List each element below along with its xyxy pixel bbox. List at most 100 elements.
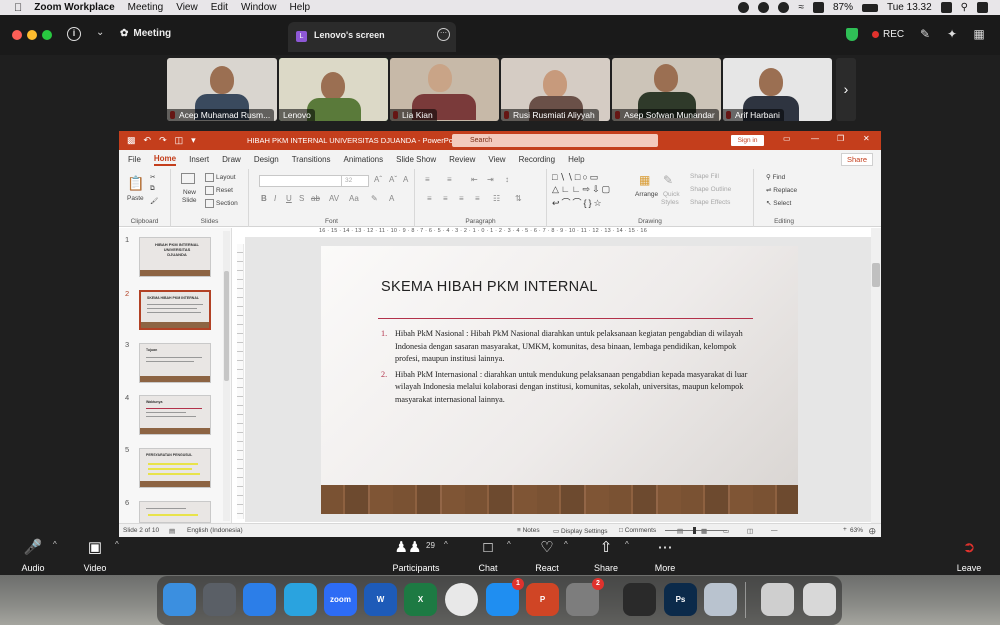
tab-insert[interactable]: Insert [189,155,209,164]
menu-window[interactable]: Window [241,2,277,13]
justify-icon[interactable]: ≡ [475,194,480,203]
reading-view-icon[interactable]: ▭ [723,527,729,535]
notes-button[interactable]: ≡ Notes [517,527,540,534]
display-settings-button[interactable]: ▭ Display Settings [553,527,608,535]
replace-button[interactable]: ⇌ Replace [766,186,797,194]
dock-trash-icon[interactable] [803,583,836,616]
participant-tile[interactable]: Rusi Rusmiati Aliyyah [501,58,610,121]
dock-powerpoint-icon[interactable]: P [526,583,559,616]
clear-format-icon[interactable]: A [403,175,408,184]
menu-meeting[interactable]: Meeting [128,2,164,13]
slide-sorter-icon[interactable]: ▦ [701,527,707,535]
more-control[interactable]: ⋯ More [635,538,695,574]
decrease-indent-icon[interactable]: ⇤ [471,175,478,184]
undo-icon[interactable]: ↶ [144,135,152,146]
recording-indicator[interactable]: REC [872,29,904,40]
dock-preview-icon[interactable] [704,583,737,616]
participant-tile[interactable]: Asep Sofwan Munandar [612,58,721,121]
new-slide-label[interactable]: New [183,189,196,196]
view-layout-icon[interactable]: ▦ [972,27,986,41]
participant-tile[interactable]: Acep Muhamad Rusm... [167,58,277,121]
numbering-icon[interactable]: ≡ [447,175,452,184]
zoom-slider[interactable] [665,527,727,534]
notification-icon[interactable] [977,2,988,13]
present-icon[interactable]: ◫ [175,135,184,146]
participants-control[interactable]: ♟♟ 29 ^ Participants [386,538,447,574]
font-size-box[interactable]: 32 [341,175,369,187]
minimize-icon[interactable]: — [811,134,819,143]
zoom-in-icon[interactable]: + [843,526,847,533]
fit-slide-icon[interactable]: ⨁ [869,527,876,535]
slide-thumbnail[interactable]: Waktunya [139,395,211,435]
quick-styles-icon[interactable]: ✎ [663,173,673,187]
slide-thumbnail-selected[interactable]: SKEMA HIBAH PKM INTERNAL [139,290,211,330]
paste-icon[interactable]: 📋 [127,175,144,192]
participant-tile[interactable]: Lia Kian [390,58,499,121]
ribbon-display-icon[interactable]: ▭ [783,134,791,143]
dock-quicktime-icon[interactable] [623,583,656,616]
scrollbar-thumb[interactable] [224,271,229,381]
save-icon[interactable]: ▩ [127,135,136,146]
tab-slide-show[interactable]: Slide Show [396,155,436,164]
bold-icon[interactable]: B [261,194,267,203]
control-center-icon[interactable] [940,2,952,13]
close-window-button[interactable] [12,30,22,40]
meeting-menu[interactable]: ✿ Meeting [120,28,171,39]
tab-transitions[interactable]: Transitions [292,155,331,164]
align-center-icon[interactable]: ≡ [443,194,448,203]
menu-help[interactable]: Help [290,2,311,13]
close-icon[interactable]: ✕ [863,134,870,143]
language-indicator[interactable]: English (Indonesia) [187,527,243,534]
dock-photoshop-icon[interactable]: Ps [664,583,697,616]
customize-icon[interactable]: ▾ [191,135,196,146]
slide-title[interactable]: SKEMA HIBAH PKM INTERNAL [381,279,598,295]
dock-system-settings-icon[interactable]: 2 [566,578,604,616]
caret-up-icon[interactable]: ^ [625,540,629,549]
chevron-down-icon[interactable]: ⌄ [96,27,104,38]
shapes-gallery-row-3[interactable]: ↩⌒⌒{}☆ [552,196,604,209]
dock-app-store-icon[interactable]: 1 [486,578,524,616]
leave-control[interactable]: ➲ Leave [939,538,999,574]
caret-up-icon[interactable]: ^ [564,540,568,549]
dock-word-icon[interactable]: W [364,583,397,616]
tab-recording[interactable]: Recording [519,155,555,164]
zoom-level[interactable]: 63% [850,527,863,534]
tab-help[interactable]: Help [568,155,584,164]
change-case-icon[interactable]: Aa [349,194,359,203]
shape-effects-button[interactable]: Shape Effects [690,199,730,206]
zoom-status-icon[interactable] [738,2,750,13]
participant-tile-active-speaker[interactable]: Lenovo [279,58,388,121]
ai-sparkle-icon[interactable]: ✦ [945,27,959,41]
info-icon[interactable]: i [67,27,81,41]
quick-styles-label[interactable]: Quick [663,191,680,198]
dock-safari-icon[interactable] [243,583,276,616]
reset-button[interactable]: Reset [205,186,233,195]
current-slide[interactable]: SKEMA HIBAH PKM INTERNAL 1. Hibah PkM Nas… [321,246,798,514]
spotlight-icon[interactable]: ⚲ [961,2,968,13]
wifi-icon[interactable]: ≈ [798,2,804,13]
tab-design[interactable]: Design [254,155,279,164]
font-color-icon[interactable]: A [389,194,394,203]
slide-thumbnail[interactable]: HIBAH PKM INTERNAL UNIVERSITAS DJUANDA [139,237,211,277]
shape-fill-button[interactable]: Shape Fill [690,173,719,180]
italic-icon[interactable]: I [274,194,276,203]
underline-icon[interactable]: U [286,194,292,203]
creative-cloud-icon[interactable] [778,2,790,13]
tab-draw[interactable]: Draw [222,155,241,164]
scrollbar-thumb[interactable] [872,263,880,287]
apple-icon[interactable]:  [14,2,22,14]
dock-downloads-icon[interactable] [761,583,794,616]
tab-file[interactable]: File [128,155,141,164]
bullets-icon[interactable]: ≡ [425,175,430,184]
audio-control[interactable]: 🎤 ^ Audio [3,538,63,574]
menu-app-name[interactable]: Zoom Workplace [34,2,114,13]
paste-button[interactable]: Paste [127,195,144,202]
shape-outline-button[interactable]: Shape Outline [690,186,731,193]
security-shield-icon[interactable] [846,28,858,41]
share-screen-tab[interactable]: L Lenovo's screen ⋯ [288,22,456,52]
ppt-search-box[interactable]: Search [452,134,658,147]
participant-tile[interactable]: Arif Harbani [723,58,832,121]
tab-home[interactable]: Home [153,154,177,166]
line-spacing-icon[interactable]: ↕ [505,175,509,184]
menu-view[interactable]: View [176,2,198,13]
